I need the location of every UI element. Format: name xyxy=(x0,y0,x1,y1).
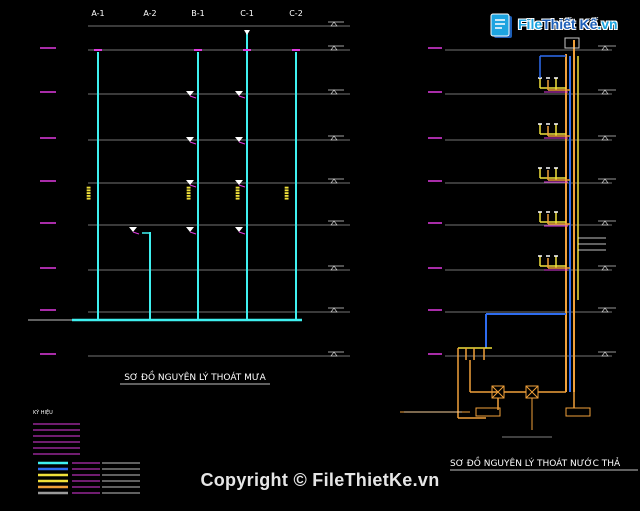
elevation-triangle-right xyxy=(601,351,609,357)
floor-drain xyxy=(186,227,194,232)
floor-drain xyxy=(235,180,243,185)
floor-drain-link xyxy=(189,95,197,99)
pipe-label: ▮▮▮▮▮ xyxy=(284,186,290,200)
title-left: SƠ ĐỒ NGUYÊN LÝ THOÁT MƯA xyxy=(124,370,266,383)
elevation-triangle-right xyxy=(601,265,609,271)
elevation-triangle xyxy=(330,89,338,95)
elevation-triangle xyxy=(330,21,338,27)
elevation-triangle-right xyxy=(601,89,609,95)
floor-drain xyxy=(235,91,243,96)
floor-drain-link xyxy=(132,231,140,235)
legend-title: KÝ HIỆU xyxy=(33,408,53,416)
floor-drain-link xyxy=(189,141,197,145)
elevation-triangle-right xyxy=(601,178,609,184)
elevation-triangle-right xyxy=(601,45,609,51)
column-label-B-1: B-1 xyxy=(191,9,204,18)
floor-drain-link xyxy=(189,231,197,235)
elevation-triangle xyxy=(330,351,338,357)
floor-drain xyxy=(186,137,194,142)
floor-drain-link xyxy=(238,231,246,235)
elevation-triangle-right xyxy=(601,135,609,141)
drawing-canvas: A-1 A-2 B-1 C-1 C-2 ▮▮▮▮▮ ▮▮▮▮▮ ▮▮▮▮▮ ▮▮▮▮▮ SƠ ĐỒ… xyxy=(28,9,638,495)
floor-drain xyxy=(186,180,194,185)
elevation-triangle xyxy=(330,265,338,271)
column-label-C-1: C-1 xyxy=(240,9,254,18)
elevation-triangle xyxy=(330,220,338,226)
logo: FileThiết Kế.vn xyxy=(488,12,638,42)
title-right: SƠ ĐỒ NGUYÊN LÝ THOÁT NƯỚC THẢ xyxy=(450,456,621,469)
elevation-triangle xyxy=(330,45,338,51)
floor-drain xyxy=(129,227,137,232)
sump-left xyxy=(475,407,501,417)
elevation-triangle xyxy=(330,307,338,313)
column-label-C-2: C-2 xyxy=(289,9,303,18)
elevation-triangle xyxy=(330,178,338,184)
floor-drain xyxy=(186,91,194,96)
column-label-A-2: A-2 xyxy=(143,9,156,18)
logo-text: FileThiết Kế.vn xyxy=(518,16,618,32)
pipe-label: ▮▮▮▮▮ xyxy=(186,186,192,200)
column-label-A-1: A-1 xyxy=(91,9,104,18)
elevation-triangle-right xyxy=(601,307,609,313)
elevation-triangle xyxy=(330,135,338,141)
pipe-label: ▮▮▮▮▮ xyxy=(235,186,241,200)
floor-drain xyxy=(235,227,243,232)
floor-drain xyxy=(235,137,243,142)
sump-right xyxy=(565,407,591,417)
floor-drain-link xyxy=(238,141,246,145)
floor-drain-link xyxy=(238,95,246,99)
roof-drain-top xyxy=(244,30,250,35)
logo-icon xyxy=(490,13,512,38)
elevation-triangle-right xyxy=(601,220,609,226)
copyright-watermark: Copyright © FileThietKe.vn xyxy=(200,470,440,490)
pipe-label: ▮▮▮▮▮ xyxy=(86,186,92,200)
